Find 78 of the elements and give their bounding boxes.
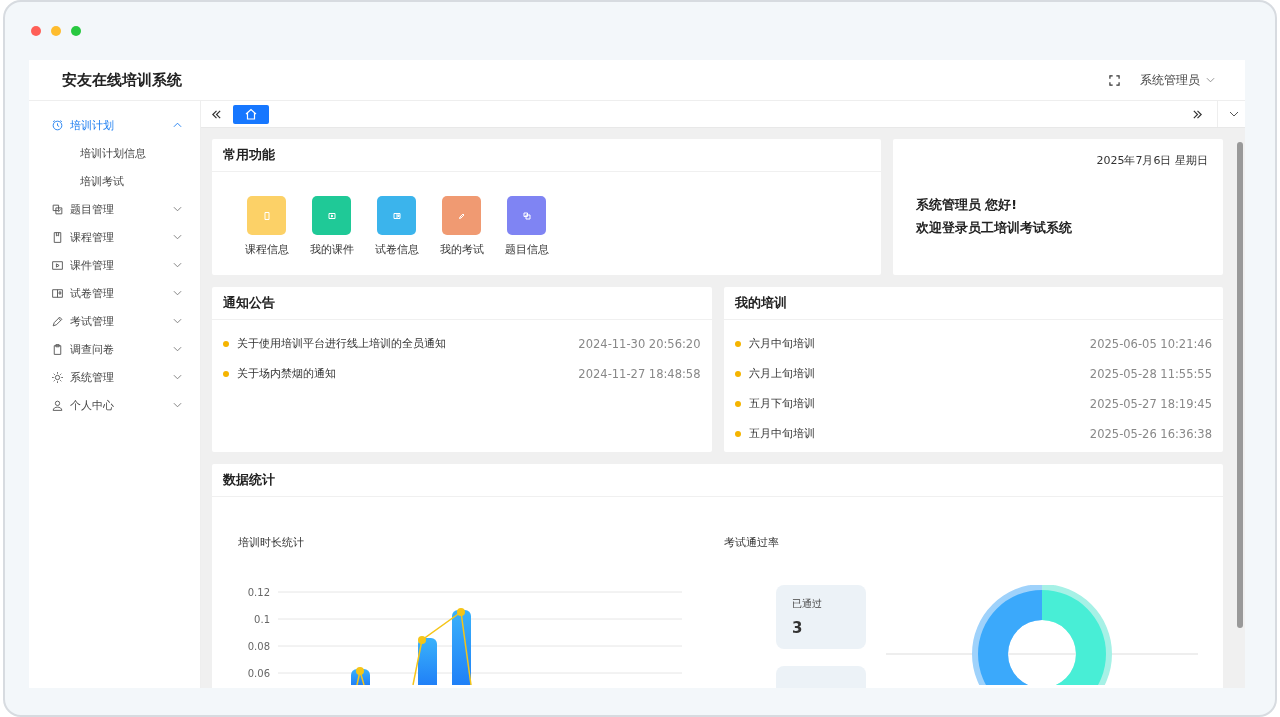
quick-function-item[interactable]: 题目信息 (494, 196, 559, 257)
timestamp: 2025-05-26 16:36:38 (1089, 427, 1212, 441)
sidebar-menu-item[interactable]: 题目管理 (29, 195, 200, 223)
bullet-dot (734, 431, 741, 437)
sidebar-menu-item[interactable]: 考试管理 (29, 307, 200, 335)
user-icon (51, 398, 64, 412)
card-title: 数据统计 (212, 464, 1223, 497)
chevron-down-icon (173, 346, 182, 352)
video-icon (51, 258, 64, 272)
book-icon (51, 230, 64, 244)
card-title: 我的培训 (723, 287, 1223, 320)
chevron-down-icon (173, 206, 182, 212)
caret-icon (1206, 77, 1215, 83)
sidebar-submenu-item[interactable]: 培训计划信息 (29, 139, 200, 167)
user-menu-button[interactable]: 系统管理员 (1140, 71, 1215, 89)
chevron-down-icon (173, 318, 182, 324)
sidebar-menu-item[interactable]: 培训计划 (29, 111, 200, 139)
quick-function-item[interactable]: 课程信息 (234, 196, 299, 257)
chevron-up-icon (173, 122, 182, 128)
checklist-icon (51, 202, 64, 216)
list-item-link[interactable]: 关于使用培训平台进行线上培训的全员通知 (237, 337, 579, 351)
quick-function-item[interactable]: 我的课件 (299, 196, 364, 257)
pencil-icon (51, 314, 64, 328)
timestamp: 2025-05-27 18:19:45 (1089, 397, 1212, 411)
axis-tick-label: 0.06 (247, 668, 270, 679)
scroll-right-icon[interactable] (1192, 108, 1203, 120)
chevron-down-icon (173, 234, 182, 240)
sidebar-menu-item[interactable]: 系统管理 (29, 363, 200, 391)
chevron-down-icon (173, 290, 182, 296)
axis-tick-label: 0.08 (247, 641, 270, 652)
quick-function-item[interactable]: 试卷信息 (364, 196, 429, 257)
list-item-link[interactable]: 六月上旬培训 (748, 367, 1090, 381)
date-text: 2025年7月6日 星期日 (1095, 153, 1208, 168)
sidebar-menu-item[interactable]: 课件管理 (29, 251, 200, 279)
sidebar-menu-item[interactable]: 课程管理 (29, 223, 200, 251)
sidebar-menu-item[interactable]: 个人中心 (29, 391, 200, 419)
window-zoom-dot[interactable] (71, 26, 81, 36)
card-title: 通知公告 (212, 287, 712, 320)
list-item-link[interactable]: 五月中旬培训 (748, 427, 1090, 441)
layout-icon (51, 286, 64, 300)
sidebar-submenu-item[interactable]: 培训考试 (29, 167, 200, 195)
stat-card: 已通过 3 (776, 585, 866, 649)
clock-icon (51, 118, 64, 132)
timestamp: 2025-05-28 11:55:55 (1089, 367, 1212, 381)
scroll-left-icon[interactable] (211, 108, 222, 120)
chevron-down-icon (173, 402, 182, 408)
bullet-dot (734, 341, 741, 347)
bullet-dot (223, 341, 229, 347)
sidebar-menu-item[interactable]: 试卷管理 (29, 279, 200, 307)
bullet-dot (734, 401, 741, 407)
quick-function-item[interactable]: 我的考试 (429, 196, 494, 257)
sidebar-menu-item[interactable]: 调查问卷 (29, 335, 200, 363)
bullet-dot (734, 371, 741, 377)
checklist-icon (520, 209, 533, 222)
window-close-dot[interactable] (31, 26, 41, 36)
home-tab[interactable] (233, 104, 269, 124)
app-title: 安友在线培训系统 (62, 70, 183, 90)
timestamp: 2025-06-05 10:21:46 (1089, 337, 1212, 351)
chevron-down-icon (173, 262, 182, 268)
list-item-link[interactable]: 六月中旬培训 (748, 337, 1090, 351)
welcome-message: 欢迎登录员工培训考试系统 (916, 219, 1073, 237)
axis-tick-label: 0.12 (247, 587, 270, 598)
card-title: 常用功能 (212, 139, 881, 172)
home-icon (244, 108, 258, 120)
chart-title: 考试通过率 (724, 535, 780, 550)
axis-tick-label: 0.1 (254, 614, 270, 625)
timestamp: 2024-11-30 20:56:20 (578, 337, 701, 351)
list-item-link[interactable]: 五月下旬培训 (748, 397, 1090, 411)
timestamp: 2024-11-27 18:48:58 (578, 367, 701, 381)
list-item-link[interactable]: 关于场内禁烟的通知 (237, 367, 579, 381)
bullet-dot (223, 371, 229, 377)
fullscreen-icon[interactable] (1109, 74, 1120, 86)
settings-icon (51, 370, 64, 384)
chart-title: 培训时长统计 (238, 535, 305, 550)
greeting-text: 系统管理员 您好! (916, 196, 1019, 214)
window-minimize-dot[interactable] (51, 26, 61, 36)
chevron-down-icon (173, 374, 182, 380)
clipboard-icon (51, 342, 64, 356)
